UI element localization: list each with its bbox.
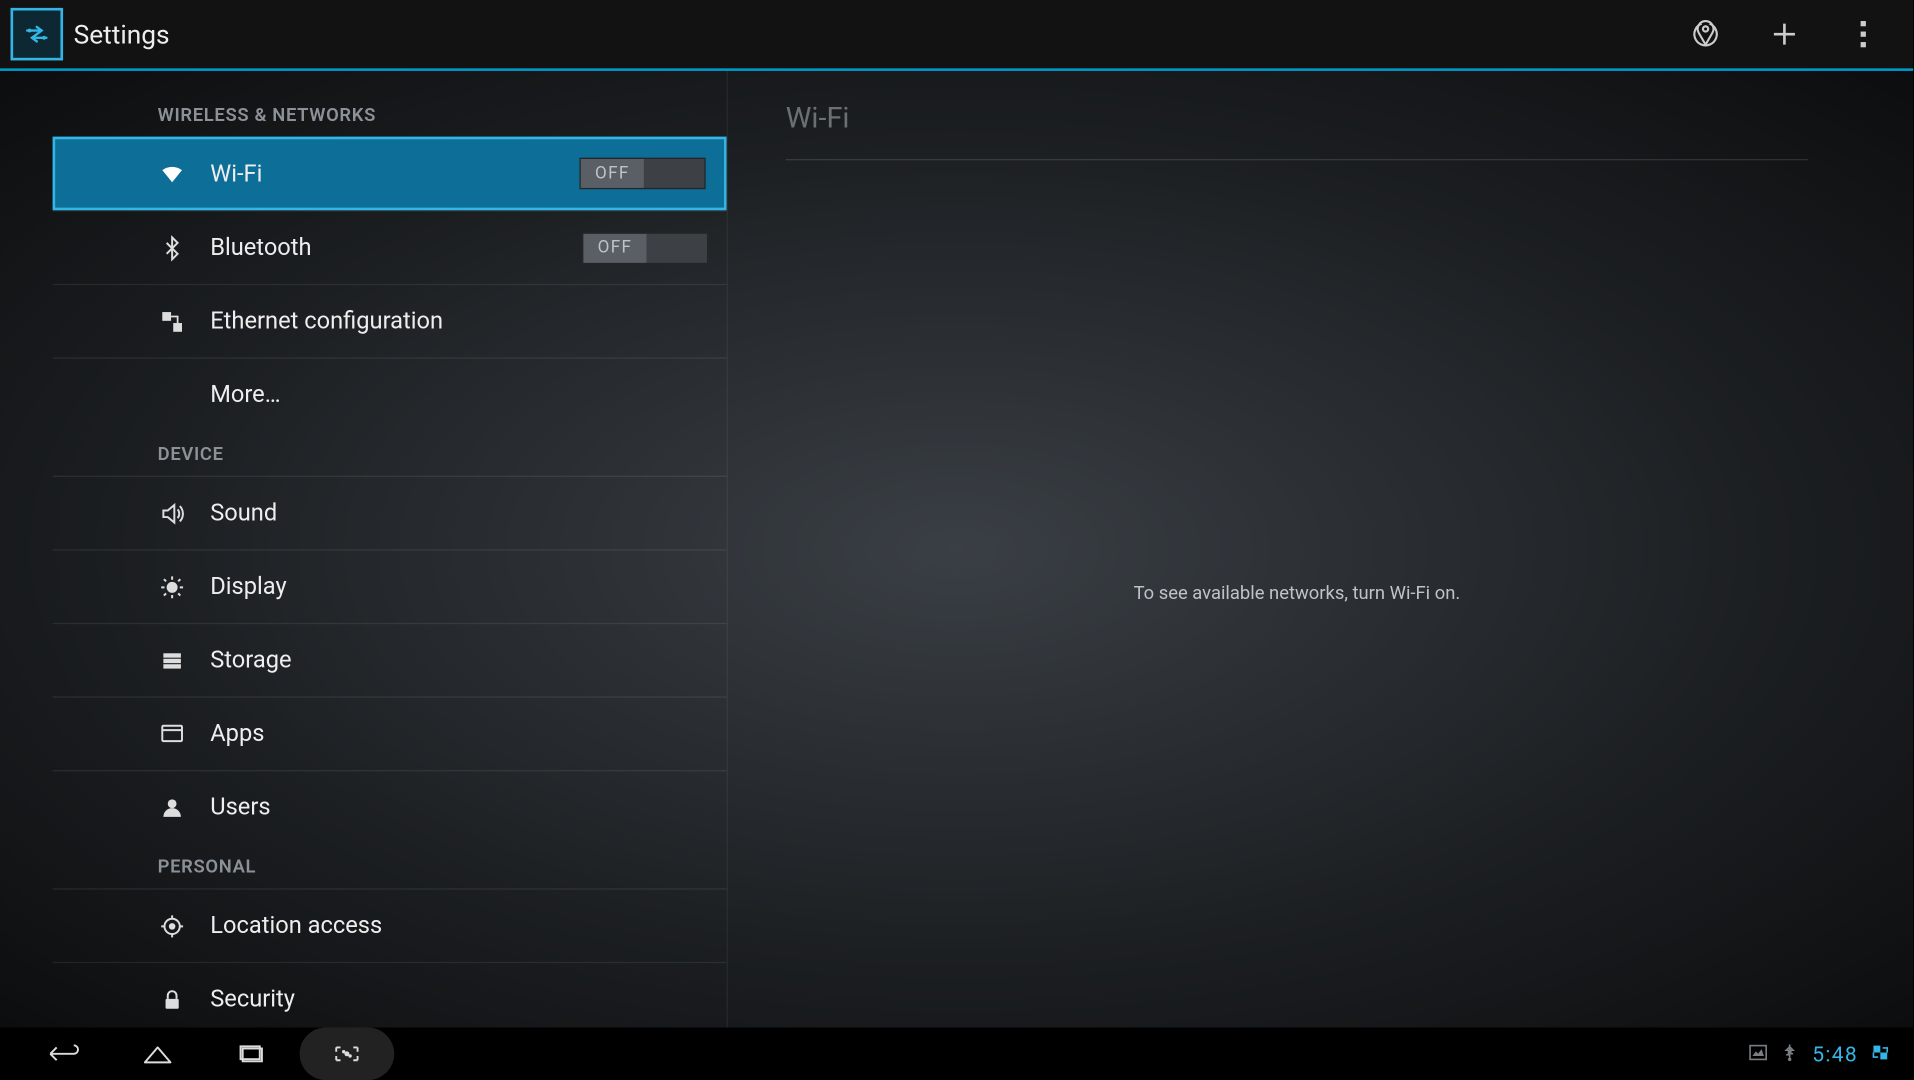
- action-bar: Settings: [0, 0, 1913, 71]
- settings-app-icon: [11, 8, 64, 61]
- usb-icon: [1781, 1041, 1799, 1066]
- detail-title: Wi-Fi: [786, 102, 1808, 159]
- sidebar-item-label: Display: [210, 573, 708, 601]
- detail-pane: Wi-Fi To see available networks, turn Wi…: [728, 71, 1861, 1028]
- sidebar-item-location[interactable]: Location access: [53, 888, 727, 962]
- navigation-bar: 5:48: [0, 1028, 1913, 1080]
- overflow-icon: [1861, 21, 1866, 47]
- sidebar-item-display[interactable]: Display: [53, 549, 727, 623]
- sidebar-item-label: More…: [210, 381, 708, 409]
- sidebar-item-label: Ethernet configuration: [210, 307, 708, 335]
- sidebar-item-label: Users: [210, 794, 708, 822]
- bluetooth-icon: [158, 233, 187, 262]
- sidebar-item-security[interactable]: Security: [53, 962, 727, 1028]
- sidebar-item-label: Storage: [210, 646, 708, 674]
- section-header-personal: PERSONAL: [53, 844, 727, 889]
- screenshot-button[interactable]: [300, 1028, 395, 1080]
- sidebar-item-label: Bluetooth: [210, 234, 582, 262]
- sidebar-item-label: Sound: [210, 499, 708, 527]
- users-icon: [158, 793, 187, 822]
- sidebar-item-users[interactable]: Users: [53, 770, 727, 844]
- picture-icon: [1749, 1041, 1767, 1066]
- sidebar-item-more[interactable]: More…: [53, 357, 727, 431]
- app-title: Settings: [74, 18, 170, 50]
- display-icon: [158, 572, 187, 601]
- ethernet-icon: [158, 307, 187, 336]
- recents-button[interactable]: [205, 1028, 300, 1080]
- apps-icon: [158, 719, 187, 748]
- sidebar-item-label: Apps: [210, 720, 708, 748]
- wifi-toggle[interactable]: OFF: [579, 158, 705, 190]
- bluetooth-toggle[interactable]: OFF: [582, 232, 708, 264]
- sidebar-item-label: Security: [210, 986, 708, 1014]
- toggle-off-label: OFF: [581, 159, 644, 188]
- sidebar-item-apps[interactable]: Apps: [53, 696, 727, 770]
- section-header-wireless: WIRELESS & NETWORKS: [53, 92, 727, 137]
- sidebar-item-label: Location access: [210, 912, 708, 940]
- wps-button[interactable]: [1666, 0, 1745, 70]
- settings-sidebar: WIRELESS & NETWORKS Wi-Fi OFF Bluetooth …: [53, 71, 728, 1028]
- status-clock: 5:48: [1812, 1041, 1858, 1066]
- sidebar-item-wifi[interactable]: Wi-Fi OFF: [53, 137, 727, 211]
- body-container: WIRELESS & NETWORKS Wi-Fi OFF Bluetooth …: [0, 71, 1913, 1028]
- sidebar-item-label: Wi-Fi: [210, 160, 579, 188]
- overflow-menu-button[interactable]: [1824, 0, 1903, 70]
- storage-icon: [158, 646, 187, 675]
- location-icon: [158, 911, 187, 940]
- home-button[interactable]: [110, 1028, 205, 1080]
- add-network-button[interactable]: [1745, 0, 1824, 70]
- back-button[interactable]: [16, 1028, 111, 1080]
- sidebar-item-sound[interactable]: Sound: [53, 476, 727, 550]
- sidebar-item-bluetooth[interactable]: Bluetooth OFF: [53, 210, 727, 284]
- sidebar-item-ethernet[interactable]: Ethernet configuration: [53, 284, 727, 358]
- section-header-device: DEVICE: [53, 431, 727, 476]
- wifi-icon: [158, 159, 187, 188]
- toggle-off-label: OFF: [583, 233, 646, 262]
- security-icon: [158, 985, 187, 1014]
- empty-state-message: To see available networks, turn Wi-Fi on…: [1134, 583, 1461, 604]
- sound-icon: [158, 499, 187, 528]
- sidebar-item-storage[interactable]: Storage: [53, 623, 727, 697]
- adb-icon: [1871, 1041, 1889, 1066]
- status-area[interactable]: 5:48: [1749, 1041, 1897, 1066]
